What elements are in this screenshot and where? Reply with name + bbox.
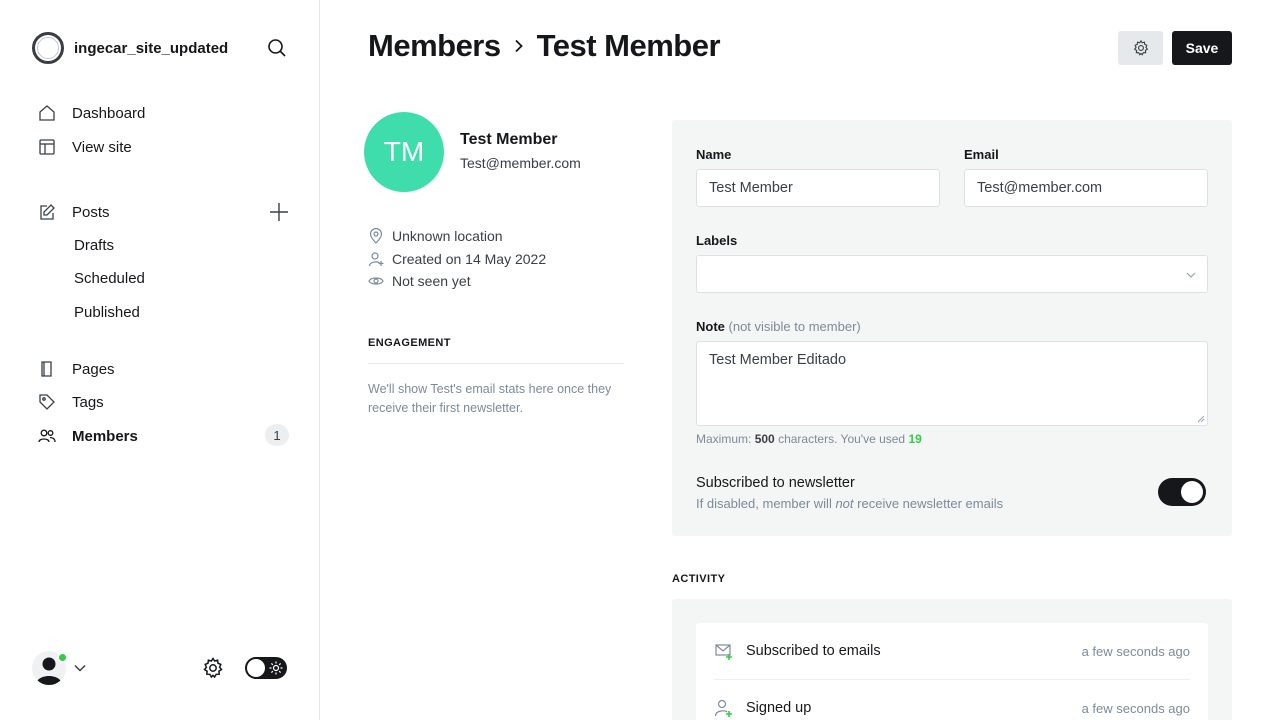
hint-max: 500: [754, 432, 775, 446]
location-text: Unknown location: [392, 228, 503, 244]
note-char-hint: Maximum: 500 characters. You've used 19: [696, 432, 922, 446]
member-name: Test Member: [460, 131, 558, 148]
note-value: Test Member Editado: [709, 352, 847, 368]
activity-heading: ACTIVITY: [672, 573, 726, 585]
member-created: Created on 14 May 2022: [368, 250, 546, 268]
new-post-plus-icon[interactable]: [268, 201, 290, 223]
site-logo: [32, 32, 64, 64]
home-icon: [38, 104, 56, 122]
nav-sub-drafts[interactable]: Drafts: [74, 236, 114, 256]
nav-sub-published[interactable]: Published: [74, 303, 140, 323]
gear-icon[interactable]: [201, 656, 225, 680]
member-form: Name Test Member Email Test@member.com L…: [672, 120, 1232, 536]
page-icon: [38, 360, 56, 378]
nav-item-pages[interactable]: Pages: [38, 359, 115, 379]
nav-label: Pages: [72, 360, 115, 378]
newsletter-subtitle: If disabled, member will not receive new…: [696, 496, 1003, 511]
newsletter-toggle[interactable]: [1158, 478, 1206, 506]
name-label: Name: [696, 147, 732, 162]
activity-time: a few seconds ago: [1081, 700, 1190, 716]
user-add-icon: [368, 251, 384, 267]
newsletter-sub-em: not: [835, 496, 854, 511]
members-count-badge: 1: [265, 424, 289, 446]
save-button[interactable]: Save: [1172, 31, 1232, 65]
newsletter-title: Subscribed to newsletter: [696, 475, 855, 491]
edit-icon: [38, 203, 56, 221]
note-label-text: Note: [696, 319, 725, 334]
activity-label: Subscribed to emails: [746, 643, 881, 659]
activity-time: a few seconds ago: [1081, 643, 1190, 659]
hint-prefix: Maximum:: [696, 432, 752, 446]
member-last-seen: Not seen yet: [368, 272, 471, 290]
engagement-text: We'll show Test's email stats here once …: [368, 382, 612, 415]
resize-handle-icon[interactable]: [1197, 415, 1205, 423]
member-settings-button[interactable]: [1118, 31, 1163, 65]
hint-mid: characters. You've used: [778, 432, 906, 446]
breadcrumb: Members Test Member: [368, 28, 721, 64]
nav-item-tags[interactable]: Tags: [38, 392, 104, 412]
activity-label: Signed up: [746, 700, 812, 716]
labels-select[interactable]: [696, 255, 1208, 293]
layout-icon: [38, 138, 56, 156]
location-pin-icon: [368, 228, 384, 244]
labels-label: Labels: [696, 233, 738, 248]
member-email: Test@member.com: [460, 155, 581, 171]
nav-item-members[interactable]: Members: [38, 426, 138, 446]
nav-label: Posts: [72, 203, 110, 221]
newsletter-sub-1: If disabled, member will: [696, 496, 832, 511]
toggle-knob: [247, 659, 265, 677]
list-item: Subscribed to emails a few seconds ago: [714, 623, 1190, 679]
email-label: Email: [964, 147, 999, 162]
nav-item-view-site[interactable]: View site: [38, 137, 132, 157]
member-location: Unknown location: [368, 227, 503, 245]
tag-icon: [38, 393, 56, 411]
nav-label: Dashboard: [72, 104, 146, 122]
members-icon: [38, 427, 56, 445]
nav-sub-scheduled[interactable]: Scheduled: [74, 269, 145, 289]
mail-plus-icon: [714, 641, 734, 661]
site-name: ingecar_site_updated: [74, 39, 229, 57]
chevron-right-icon: [511, 38, 527, 54]
newsletter-sub-2: receive newsletter emails: [857, 496, 1004, 511]
page-title: Test Member: [536, 28, 721, 63]
site-brand[interactable]: ingecar_site_updated: [32, 32, 228, 64]
nav-label: Tags: [72, 393, 104, 411]
nav-label: Members: [72, 427, 138, 445]
note-textarea[interactable]: Test Member Editado: [696, 341, 1208, 426]
divider: [368, 363, 624, 364]
nav-item-dashboard[interactable]: Dashboard: [38, 103, 145, 123]
chevron-down-icon[interactable]: [73, 661, 87, 675]
created-text: Created on 14 May 2022: [392, 251, 547, 267]
sun-icon: [269, 661, 283, 675]
nav-item-posts[interactable]: Posts: [38, 202, 110, 222]
sidebar: ingecar_site_updated Dashboard View site…: [0, 0, 320, 720]
nav-label: View site: [72, 138, 132, 156]
note-label: Note (not visible to member): [696, 319, 861, 334]
email-field[interactable]: Test@member.com: [964, 169, 1208, 207]
activity-list: Subscribed to emails a few seconds ago S…: [696, 623, 1208, 720]
engagement-heading: ENGAGEMENT: [368, 337, 451, 349]
toggle-knob: [1181, 481, 1203, 503]
note-label-muted: (not visible to member): [728, 319, 861, 334]
chevron-down-icon: [1185, 269, 1197, 281]
theme-toggle[interactable]: [245, 657, 287, 679]
breadcrumb-members-link[interactable]: Members: [368, 28, 501, 64]
member-avatar: TM: [364, 112, 444, 192]
hint-used: 19: [908, 432, 922, 446]
search-icon[interactable]: [265, 36, 289, 60]
list-item: Signed up a few seconds ago: [714, 680, 1190, 720]
user-plus-icon: [714, 698, 734, 718]
name-field[interactable]: Test Member: [696, 169, 940, 207]
seen-text: Not seen yet: [392, 273, 471, 289]
gear-icon: [1132, 39, 1150, 57]
activity-panel: Subscribed to emails a few seconds ago S…: [672, 599, 1232, 720]
eye-icon: [368, 273, 384, 289]
online-status-dot: [57, 652, 68, 663]
